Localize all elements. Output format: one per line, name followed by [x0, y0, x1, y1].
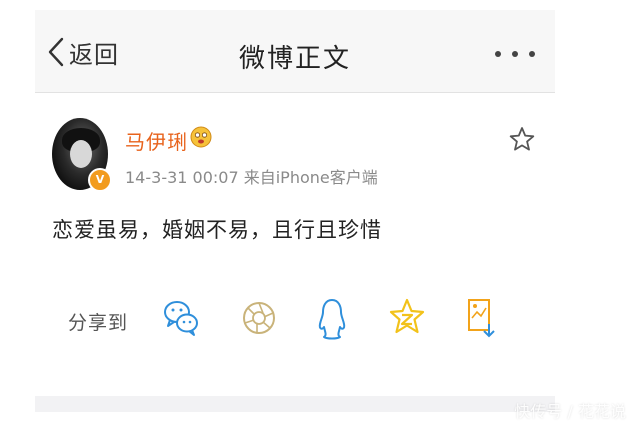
qq-icon[interactable] [317, 296, 347, 342]
qzone-icon[interactable] [389, 296, 425, 340]
more-options-button[interactable] [495, 44, 535, 64]
dot-icon [529, 51, 535, 57]
favorite-star-icon[interactable] [509, 126, 535, 152]
post-meta: 14-3-31 00:07 来自iPhone客户端 [125, 168, 378, 187]
moments-icon[interactable] [240, 296, 278, 340]
page-title: 微博正文 [238, 44, 351, 74]
dot-icon [495, 51, 501, 57]
footer-divider [35, 396, 555, 412]
dot-icon [512, 51, 518, 57]
share-label: 分享到 [68, 312, 129, 334]
post-header: V 马伊琍 14-3-31 00:07 来自iPhone客户端 [35, 118, 555, 198]
verified-badge: V [88, 168, 112, 192]
wechat-icon[interactable] [163, 296, 199, 340]
share-row: 分享到 [35, 296, 555, 346]
navigation-bar: 返回 微博正文 [35, 10, 555, 93]
watermark: 快传号 / 花花说 [514, 402, 626, 421]
save-image-icon[interactable] [465, 296, 497, 340]
member-emoji-icon [190, 126, 212, 148]
weibo-detail-screen: 返回 微博正文 V 马伊琍 14-3-31 00:07 来自iPhone客户端 [35, 0, 555, 426]
avatar[interactable]: V [52, 118, 112, 192]
post-text: 恋爱虽易，婚姻不易，且行且珍惜 [52, 218, 382, 242]
username[interactable]: 马伊琍 [125, 126, 188, 155]
